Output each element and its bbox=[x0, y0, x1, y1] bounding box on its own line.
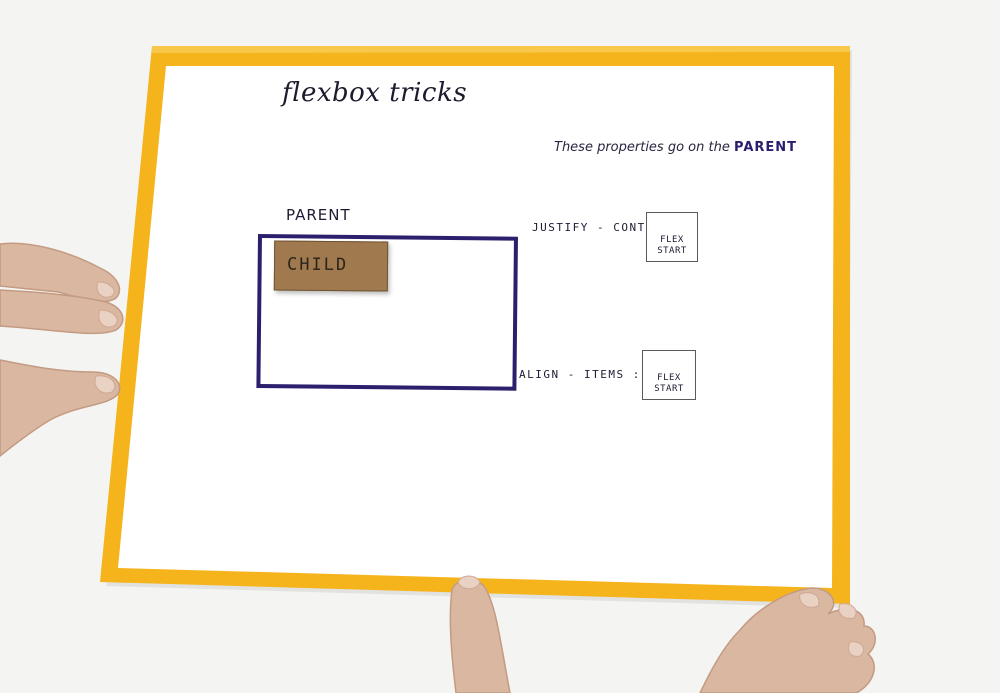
tape-highlight bbox=[152, 46, 850, 53]
scene bbox=[0, 0, 1000, 693]
paper-sheet bbox=[118, 66, 834, 588]
